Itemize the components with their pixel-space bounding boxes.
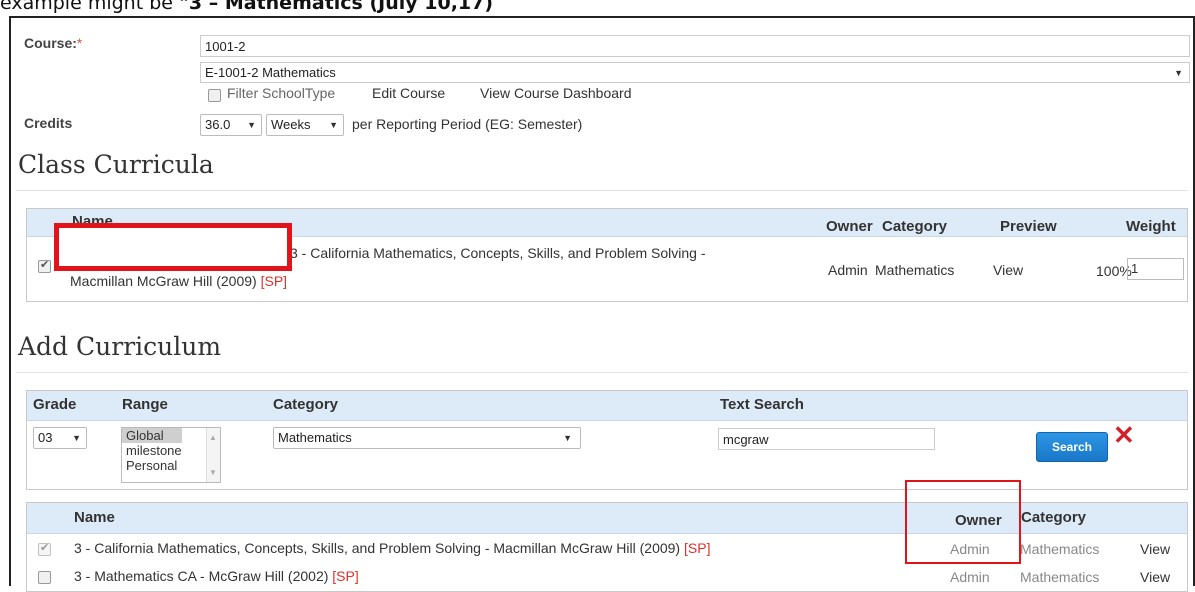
sp-tag: [SP] bbox=[332, 568, 359, 584]
filter-schooltype-checkbox[interactable] bbox=[208, 89, 221, 102]
sp-tag: [SP] bbox=[260, 273, 288, 289]
course-label: Course:* bbox=[24, 35, 83, 51]
result-name: 3 - Mathematics CA - McGraw Hill (2002) … bbox=[74, 568, 359, 584]
result-owner: Admin bbox=[950, 569, 990, 585]
category-select[interactable]: Mathematics ▼ bbox=[273, 427, 581, 449]
class-curricula-title: Class Curricula bbox=[18, 150, 214, 179]
redaction-highlight-box bbox=[54, 223, 292, 271]
header-owner: Owner bbox=[826, 218, 873, 235]
credits-suffix: per Reporting Period (EG: Semester) bbox=[352, 116, 583, 132]
credits-amount-select[interactable]: 36.0 ▼ bbox=[200, 114, 262, 136]
chevron-down-icon: ▼ bbox=[563, 433, 572, 443]
curriculum-name-line1: 3 - California Mathematics, Concepts, Sk… bbox=[290, 245, 706, 261]
curriculum-owner: Admin bbox=[828, 262, 868, 278]
filters-header bbox=[27, 391, 1187, 421]
range-option-global[interactable]: Global bbox=[122, 428, 182, 443]
view-course-dashboard-link[interactable]: View Course Dashboard bbox=[480, 85, 632, 101]
grade-select[interactable]: 03 ▼ bbox=[33, 427, 87, 449]
chevron-down-icon: ▼ bbox=[329, 120, 338, 130]
section-divider bbox=[16, 190, 1188, 191]
required-mark: * bbox=[76, 35, 83, 51]
caption-text: example might be bbox=[0, 0, 179, 14]
result-category: Mathematics bbox=[1020, 541, 1100, 557]
header-text-search: Text Search bbox=[720, 396, 804, 413]
header-category: Category bbox=[882, 218, 948, 235]
owner-highlight-box bbox=[905, 480, 1021, 564]
course-code-input[interactable]: 1001-2 bbox=[200, 35, 1190, 57]
header-name: Name bbox=[74, 509, 115, 526]
scroll-down-icon[interactable]: ▼ bbox=[209, 465, 217, 480]
curriculum-weight-input[interactable]: 1 bbox=[1127, 258, 1184, 280]
curriculum-category: Mathematics bbox=[875, 262, 955, 278]
header-weight: Weight bbox=[1126, 218, 1176, 235]
credits-label: Credits bbox=[24, 115, 73, 131]
header-category: Category bbox=[273, 396, 339, 413]
screenshot-caption: example might be "3 – Mathematics (July … bbox=[0, 0, 493, 15]
sp-tag: [SP] bbox=[684, 540, 711, 556]
curriculum-row-checkbox[interactable] bbox=[38, 258, 51, 273]
scroll-up-icon[interactable]: ▲ bbox=[209, 430, 217, 445]
result-view-link[interactable]: View bbox=[1140, 569, 1170, 585]
header-preview: Preview bbox=[1000, 218, 1057, 235]
edit-course-link[interactable]: Edit Course bbox=[372, 85, 445, 101]
chevron-down-icon: ▼ bbox=[1174, 68, 1183, 78]
chevron-down-icon: ▼ bbox=[247, 120, 256, 130]
header-range: Range bbox=[122, 396, 168, 413]
result-view-link[interactable]: View bbox=[1140, 541, 1170, 557]
curriculum-name-line2: Macmillan McGraw Hill (2009) [SP] bbox=[70, 273, 288, 289]
filter-schooltype-label: Filter SchoolType bbox=[227, 85, 336, 101]
search-button[interactable]: Search bbox=[1036, 432, 1108, 462]
chevron-down-icon: ▼ bbox=[72, 433, 81, 443]
header-grade: Grade bbox=[33, 396, 77, 413]
course-select[interactable]: E-1001-2 Mathematics ▼ bbox=[200, 62, 1190, 83]
credits-unit-select[interactable]: Weeks ▼ bbox=[266, 114, 344, 136]
add-curriculum-title: Add Curriculum bbox=[18, 332, 222, 361]
result-row-checkbox[interactable] bbox=[38, 541, 51, 556]
header-category: Category bbox=[1021, 509, 1087, 526]
curriculum-preview-link[interactable]: View bbox=[993, 262, 1023, 278]
listbox-scrollbar[interactable]: ▲ ▼ bbox=[206, 428, 220, 482]
range-listbox[interactable]: Global milestone Personal ▲ ▼ bbox=[121, 427, 221, 483]
section-divider bbox=[16, 372, 1188, 373]
text-search-input[interactable]: mcgraw bbox=[718, 428, 935, 450]
result-name: 3 - California Mathematics, Concepts, Sk… bbox=[74, 540, 711, 556]
clear-search-icon[interactable]: ✕ bbox=[1113, 422, 1135, 448]
result-category: Mathematics bbox=[1020, 569, 1100, 585]
caption-bold-text: "3 – Mathematics (July 10,17) bbox=[179, 0, 494, 14]
